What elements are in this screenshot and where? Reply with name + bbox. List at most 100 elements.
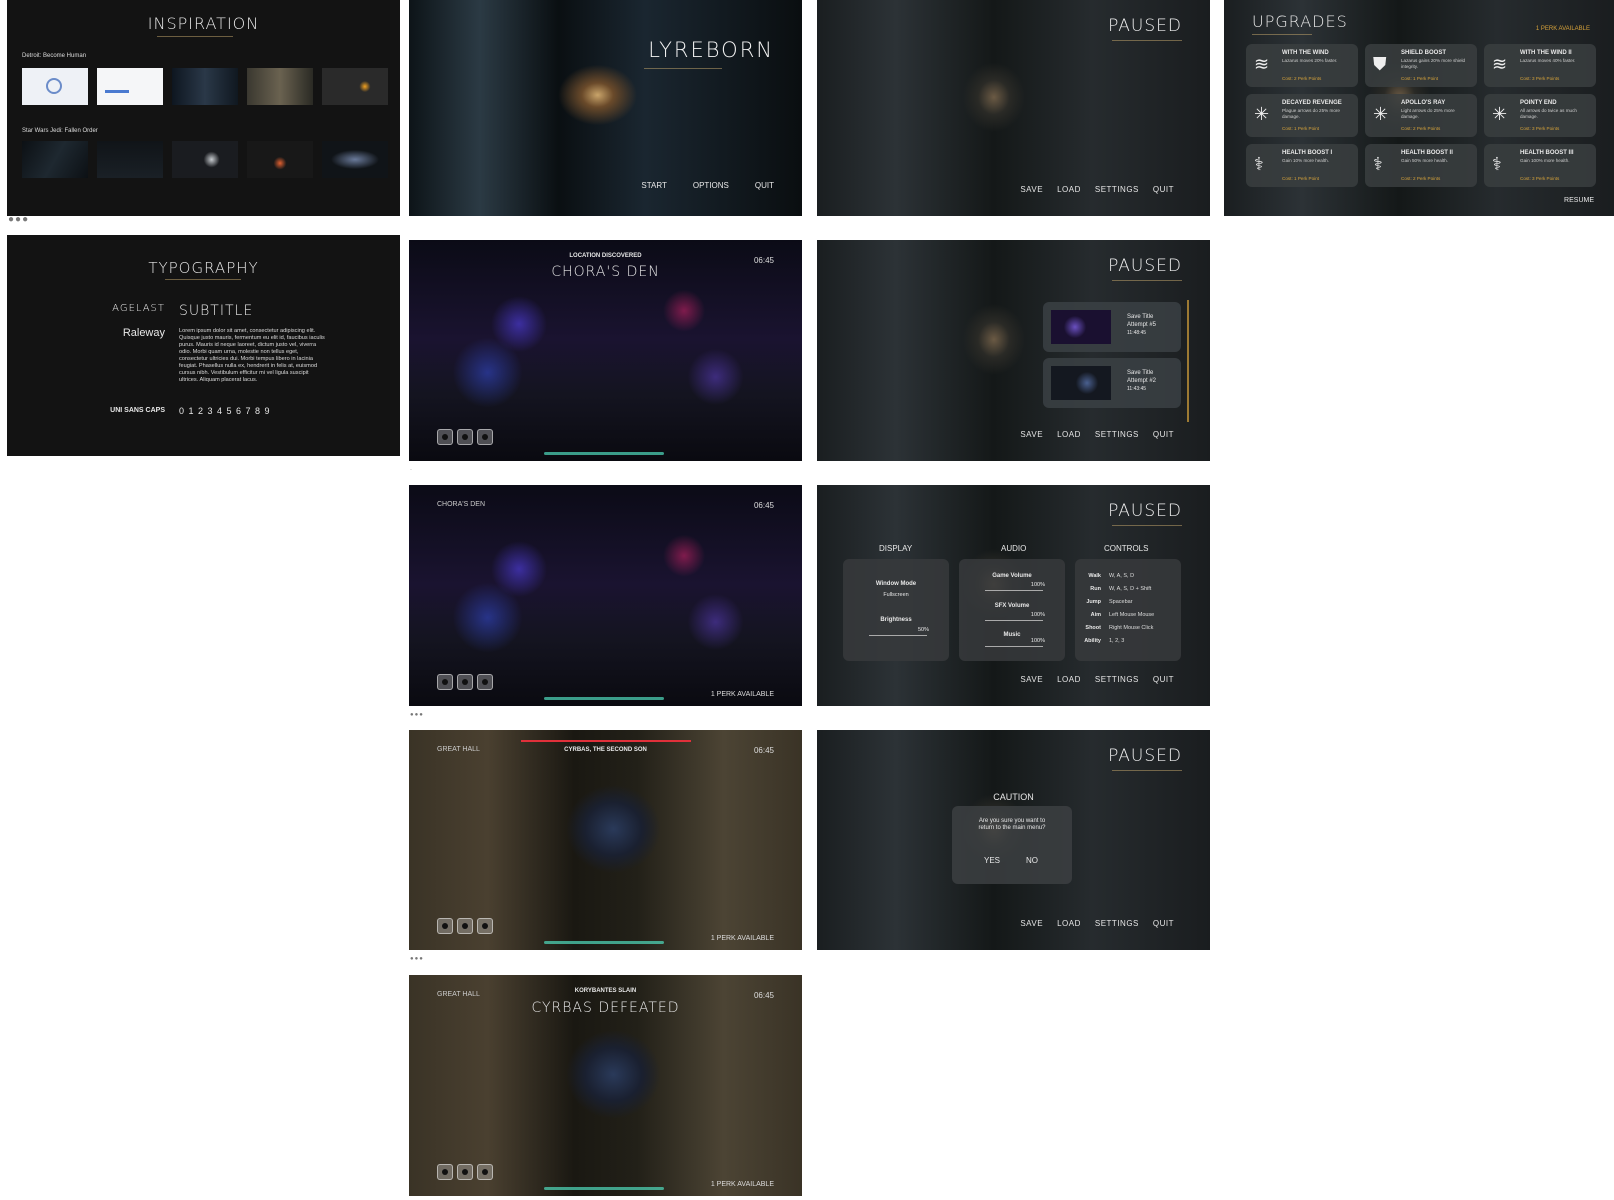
ability-icon[interactable] (437, 429, 453, 445)
ability-icon[interactable] (457, 429, 473, 445)
save-slot[interactable]: Save Title Attempt #2 11:43:45 (1043, 358, 1181, 408)
quit-button[interactable]: QUIT (1153, 185, 1174, 194)
control-row[interactable]: Aim Left Mouse Mouse (1075, 608, 1181, 621)
yes-button[interactable]: YES (984, 856, 1000, 865)
start-button[interactable]: START (641, 181, 666, 190)
brightness-slider[interactable] (869, 635, 927, 636)
caution-dialog: Are you sure you want to return to the m… (952, 806, 1072, 884)
game-volume-value[interactable]: 100% (1031, 582, 1045, 588)
no-button[interactable]: NO (1026, 856, 1038, 865)
more-dots[interactable]: ●●● (8, 214, 29, 225)
upgrade-name: DECAYED REVENGE (1282, 100, 1342, 106)
control-row[interactable]: Ability 1, 2, 3 (1075, 634, 1181, 647)
settings-header-display[interactable]: DISPLAY (879, 544, 912, 553)
settings-button[interactable]: SETTINGS (1095, 675, 1139, 684)
game-volume-slider[interactable] (985, 590, 1043, 591)
burst-icon: ✳ (1492, 104, 1508, 124)
sfx-volume-label: SFX Volume (994, 603, 1030, 609)
game-clock: 06:45 (753, 746, 774, 755)
upgrade-description: Light arrows do 25% more damage. (1401, 108, 1455, 119)
ability-icon[interactable] (477, 429, 493, 445)
health-icon: ⚕ (1492, 154, 1502, 174)
location-title: CHORA'S DEN (551, 264, 660, 280)
save-button[interactable]: SAVE (1020, 185, 1043, 194)
save-button[interactable]: SAVE (1020, 919, 1043, 928)
resume-button[interactable]: RESUME (1564, 197, 1594, 204)
game-clock: 06:45 (753, 256, 774, 265)
reference-thumbnail (172, 68, 238, 105)
quit-button[interactable]: QUIT (1153, 675, 1174, 684)
load-button[interactable]: LOAD (1057, 430, 1081, 439)
control-row[interactable]: Shoot Right Mouse Click (1075, 621, 1181, 634)
settings-button[interactable]: SETTINGS (1095, 185, 1139, 194)
control-row[interactable]: Walk W, A, S, D (1075, 569, 1181, 582)
upgrade-card[interactable]: ≋ WITH THE WIND II Lazarus moves 40% faste… (1484, 44, 1596, 87)
ability-icon[interactable] (477, 1164, 493, 1180)
settings-header-controls[interactable]: CONTROLS (1104, 544, 1148, 553)
wind-icon: ≋ (1492, 54, 1508, 74)
reference-thumbnail (322, 68, 388, 105)
reference-thumbnail (247, 141, 313, 178)
ability-icon[interactable] (437, 1164, 453, 1180)
options-button[interactable]: OPTIONS (693, 181, 729, 190)
control-row[interactable]: Jump Spacebar (1075, 595, 1181, 608)
settings-header-audio[interactable]: AUDIO (1001, 544, 1026, 553)
ability-icon[interactable] (437, 674, 453, 690)
upgrade-name: SHIELD BOOST (1401, 50, 1447, 56)
upgrade-cost: Cost: 2 Perk Points (1282, 76, 1322, 81)
window-mode-value[interactable]: Fullscreen (843, 592, 949, 598)
control-binding: W, A, S, D (1109, 572, 1135, 579)
inspiration-group-label: Detroit: Become Human (22, 53, 87, 59)
control-row[interactable]: Run W, A, S, D + Shift (1075, 582, 1181, 595)
save-button[interactable]: SAVE (1020, 430, 1043, 439)
ability-icon[interactable] (457, 918, 473, 934)
upgrade-name: HEALTH BOOST II (1401, 150, 1453, 156)
music-value[interactable]: 100% (1031, 638, 1045, 644)
ability-icon[interactable] (457, 1164, 473, 1180)
save-slot[interactable]: Save Title Attempt #5 11:48:45 (1043, 302, 1181, 352)
upgrade-cost: Cost: 2 Perk Points (1401, 126, 1441, 131)
upgrade-card[interactable]: ⛊ SHIELD BOOST Lazarus gains 20% more shie… (1365, 44, 1477, 87)
upgrade-card[interactable]: ≋ WITH THE WIND Lazarus moves 20% faster. C… (1246, 44, 1358, 87)
location-name: CHORA'S DEN (437, 501, 486, 508)
upgrade-cost: Cost: 1 Perk Point (1401, 76, 1439, 81)
settings-button[interactable]: SETTINGS (1095, 430, 1139, 439)
quit-button[interactable]: QUIT (1153, 919, 1174, 928)
ability-icon[interactable] (437, 918, 453, 934)
upgrade-card[interactable]: ⚕ HEALTH BOOST II Gain 50% more health. Cos… (1365, 144, 1477, 187)
control-binding: W, A, S, D + Shift (1109, 585, 1152, 592)
more-dots[interactable]: ●●● (410, 712, 424, 718)
quit-button[interactable]: QUIT (1153, 430, 1174, 439)
control-binding: 1, 2, 3 (1109, 637, 1125, 644)
save-button[interactable]: SAVE (1020, 675, 1043, 684)
more-dots[interactable]: · (410, 467, 413, 473)
pause-menu: SAVE LOAD SETTINGS QUIT (1020, 430, 1174, 439)
upgrade-card[interactable]: ✳ DECAYED REVENGE Plague arrows do 25% mor… (1246, 94, 1358, 137)
burst-icon: ✳ (1373, 104, 1389, 124)
sfx-volume-slider[interactable] (985, 620, 1043, 621)
brightness-value[interactable]: 50% (918, 627, 929, 633)
save-time: 11:48:45 (1127, 330, 1147, 336)
upgrade-card[interactable]: ✳ APOLLO'S RAY Light arrows do 25% more da… (1365, 94, 1477, 137)
caution-title: CAUTION (993, 792, 1034, 802)
upgrade-card[interactable]: ✳ POINTY END All arrows do twice as much d… (1484, 94, 1596, 137)
music-slider[interactable] (985, 646, 1043, 647)
settings-button[interactable]: SETTINGS (1095, 919, 1139, 928)
ability-slots (437, 429, 493, 445)
load-button[interactable]: LOAD (1057, 185, 1081, 194)
upgrade-card[interactable]: ⚕ HEALTH BOOST I Gain 10% more health. Cost… (1246, 144, 1358, 187)
upgrade-cost: Cost: 3 Perk Points (1520, 176, 1560, 181)
save-attempt: Attempt #5 (1127, 322, 1157, 328)
upgrade-card[interactable]: ⚕ HEALTH BOOST III Gain 100% more health. C… (1484, 144, 1596, 187)
load-button[interactable]: LOAD (1057, 919, 1081, 928)
sfx-volume-value[interactable]: 100% (1031, 612, 1045, 618)
load-button[interactable]: LOAD (1057, 675, 1081, 684)
ability-icon[interactable] (477, 918, 493, 934)
ability-icon[interactable] (477, 674, 493, 690)
defeated-title: CYRBAS DEFEATED (531, 1000, 680, 1016)
health-bar (544, 697, 664, 700)
more-dots[interactable]: ●●● (410, 956, 424, 962)
ability-icon[interactable] (457, 674, 473, 690)
quit-button[interactable]: QUIT (755, 181, 774, 190)
save-scrollbar[interactable] (1187, 300, 1189, 422)
